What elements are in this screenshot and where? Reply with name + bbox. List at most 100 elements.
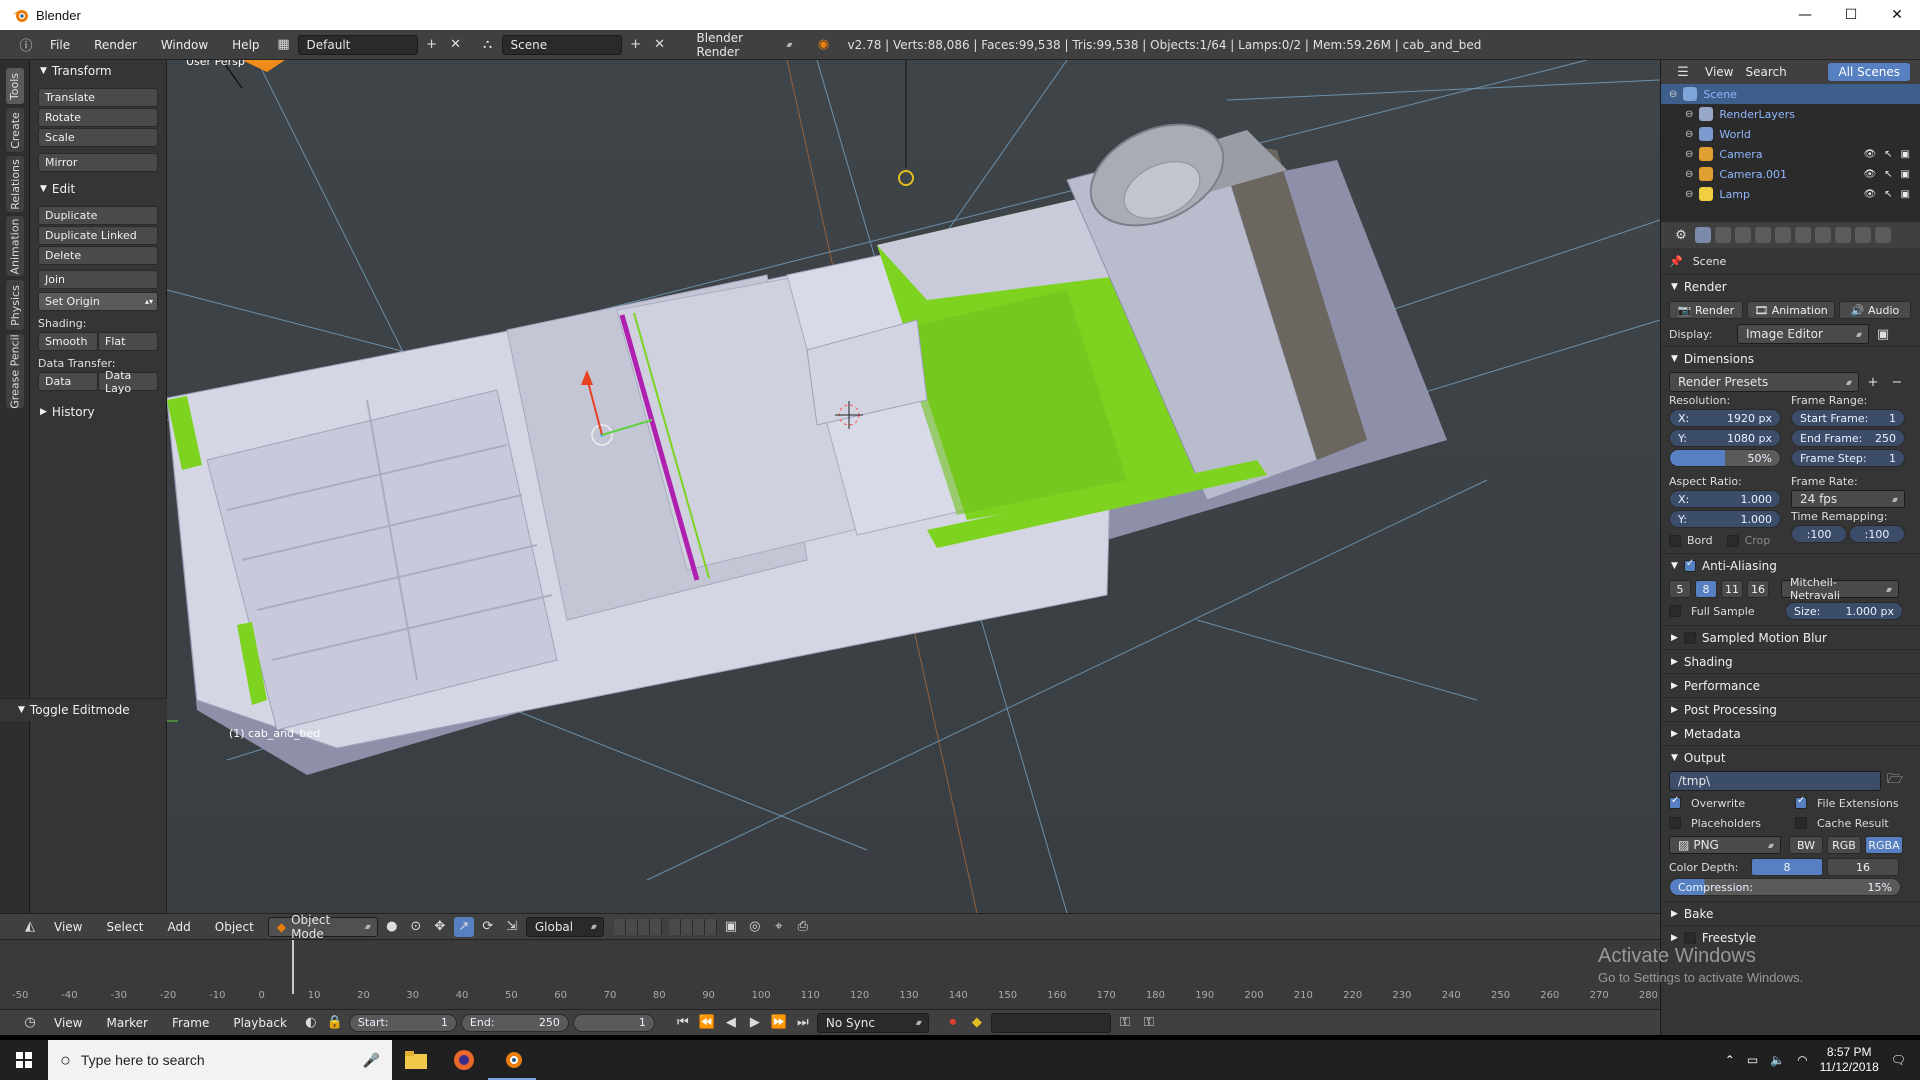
firefox-icon[interactable] — [440, 1040, 488, 1080]
render-audio-button[interactable]: 🔊 Audio — [1839, 301, 1911, 319]
visibility-eye-icon[interactable]: 👁 — [1863, 149, 1876, 160]
start-button[interactable] — [0, 1040, 48, 1080]
anti-aliasing-checkbox[interactable] — [1683, 558, 1696, 572]
data-button[interactable]: Data — [38, 372, 98, 391]
play-reverse-icon[interactable]: ◀ — [721, 1013, 741, 1033]
wifi-icon[interactable]: ◠ — [1797, 1053, 1807, 1067]
tab-grease-pencil[interactable]: Grease Pencil — [6, 334, 24, 408]
remove-scene-icon[interactable]: ✕ — [650, 35, 670, 55]
outliner-item[interactable]: ⊖ Lamp 👁 ↖ ▣ — [1661, 184, 1920, 204]
add-scene-icon[interactable]: + — [626, 35, 646, 55]
scene-icon[interactable]: ⛬ — [478, 35, 498, 55]
aa-samples-8[interactable]: 8 — [1695, 580, 1717, 598]
lock-range-icon[interactable]: 🔒 — [325, 1013, 345, 1033]
edit-panel-header[interactable]: ▼ Edit — [30, 178, 166, 200]
modifiers-tab-icon[interactable] — [1815, 227, 1831, 243]
tab-physics[interactable]: Physics — [6, 280, 24, 330]
lock-camera-icon[interactable]: ▣ — [721, 917, 741, 937]
render-engine-select[interactable]: Blender Render — [687, 31, 800, 59]
render-image-button[interactable]: 📷 Render — [1669, 301, 1743, 319]
outliner-item[interactable]: ⊖ World — [1661, 124, 1920, 144]
world-tab-icon[interactable] — [1755, 227, 1771, 243]
display-select[interactable]: Image Editor — [1737, 324, 1869, 344]
lock-interface-icon[interactable]: ▣ — [1873, 324, 1893, 344]
prev-keyframe-icon[interactable]: ⏪ — [697, 1013, 717, 1033]
constraints-tab-icon[interactable] — [1795, 227, 1811, 243]
timeline-menu-frame[interactable]: Frame — [162, 1016, 219, 1030]
mirror-button[interactable]: Mirror — [38, 153, 158, 172]
add-preset-icon[interactable]: + — [1863, 372, 1883, 392]
sync-mode-select[interactable]: No Sync — [816, 1012, 929, 1033]
texture-tab-icon[interactable] — [1875, 227, 1891, 243]
filter-size-field[interactable]: Size: 1.000 px — [1785, 602, 1903, 620]
start-frame-prop[interactable]: Start Frame: 1 — [1791, 409, 1905, 427]
remap-new-field[interactable]: :100 — [1849, 525, 1905, 543]
history-panel-header[interactable]: ▶ History — [30, 401, 166, 423]
smooth-button[interactable]: Smooth — [38, 332, 98, 351]
transform-orientation-select[interactable]: Global — [525, 916, 604, 937]
render-tab-icon[interactable] — [1695, 227, 1711, 243]
taskbar-clock[interactable]: 8:57 PM 11/12/2018 — [1820, 1045, 1879, 1075]
scale-button[interactable]: Scale — [38, 128, 158, 147]
network-icon[interactable]: ▭ — [1747, 1053, 1758, 1067]
collapsed-panel-header[interactable]: ▶ Post Processing — [1661, 697, 1920, 721]
expand-toggle-icon[interactable]: ⊖ — [1685, 129, 1693, 140]
collapsed-panel-header[interactable]: ▶ Sampled Motion Blur — [1661, 625, 1920, 649]
border-checkbox[interactable] — [1669, 534, 1681, 547]
material-tab-icon[interactable] — [1855, 227, 1871, 243]
scene-tab-icon[interactable] — [1735, 227, 1751, 243]
menu-window[interactable]: Window — [151, 38, 218, 52]
show-hidden-icons-icon[interactable]: ⌃ — [1725, 1053, 1735, 1067]
collapsed-panel-header[interactable]: ▶ Shading — [1661, 649, 1920, 673]
visibility-eye-icon[interactable]: 👁 — [1863, 169, 1876, 180]
renderable-camera-icon[interactable]: ▣ — [1901, 169, 1910, 180]
menu-view[interactable]: View — [44, 920, 92, 934]
expand-toggle-icon[interactable]: ⊖ — [1685, 189, 1693, 200]
timeline-menu-view[interactable]: View — [44, 1016, 92, 1030]
jump-start-icon[interactable]: ⏮ — [673, 1013, 693, 1033]
start-frame-field[interactable]: Start: 1 — [348, 1013, 457, 1032]
delete-button[interactable]: Delete — [38, 246, 158, 265]
3d-viewport[interactable]: User Persp (1) cab_and_bed — [167, 60, 1660, 913]
jump-end-icon[interactable]: ⏭ — [793, 1013, 813, 1033]
tab-create[interactable]: Create — [6, 108, 24, 152]
renderable-camera-icon[interactable]: ▣ — [1901, 149, 1910, 160]
tab-relations[interactable]: Relations — [6, 156, 24, 212]
remap-old-field[interactable]: :100 — [1791, 525, 1847, 543]
rotate-manipulator-icon[interactable]: ⟳ — [478, 917, 498, 937]
bake-panel-header[interactable]: ▶ Bake — [1661, 901, 1920, 925]
placeholders-checkbox[interactable] — [1669, 817, 1681, 829]
resolution-x-field[interactable]: X: 1920 px — [1669, 409, 1781, 427]
camera-object[interactable] — [242, 60, 285, 72]
editor-type-3d-icon[interactable]: ◭ — [20, 917, 40, 937]
scene-field[interactable]: Scene — [501, 34, 622, 55]
render-preview-icon[interactable]: ⎙ — [793, 917, 813, 937]
render-panel-header[interactable]: ▼ Render — [1661, 274, 1920, 298]
renderable-camera-icon[interactable]: ▣ — [1901, 189, 1910, 200]
microphone-icon[interactable]: 🎤 — [363, 1052, 380, 1069]
pivot-point-icon[interactable]: ⊙ — [406, 917, 426, 937]
frame-step-prop[interactable]: Frame Step: 1 — [1791, 449, 1905, 467]
remove-layout-icon[interactable]: ✕ — [446, 35, 466, 55]
layer-buttons[interactable] — [613, 918, 717, 935]
outliner-menu-view[interactable]: View — [1705, 65, 1733, 79]
record-icon[interactable]: ⏺ — [943, 1013, 963, 1033]
remove-preset-icon[interactable]: − — [1887, 372, 1907, 392]
minimize-button[interactable]: — — [1782, 0, 1828, 30]
current-frame-field[interactable]: 1 — [572, 1013, 655, 1032]
aa-filter-select[interactable]: Mitchell-Netravali — [1781, 576, 1899, 602]
tab-tools[interactable]: Tools — [6, 68, 24, 104]
file-format-select[interactable]: ▨ PNG — [1669, 836, 1781, 854]
output-path-field[interactable]: /tmp\ — [1669, 771, 1881, 791]
outliner-item[interactable]: ⊖ Scene — [1661, 84, 1920, 104]
lamp-object[interactable] — [898, 170, 914, 186]
aa-samples-11[interactable]: 11 — [1721, 580, 1743, 598]
current-frame-cursor[interactable] — [292, 940, 294, 994]
menu-add[interactable]: Add — [158, 920, 201, 934]
resolution-y-field[interactable]: Y: 1080 px — [1669, 429, 1781, 447]
outliner-menu-search[interactable]: Search — [1745, 65, 1786, 79]
scale-manipulator-icon[interactable]: ⇲ — [502, 917, 522, 937]
outliner-item[interactable]: ⊖ RenderLayers — [1661, 104, 1920, 124]
keying-set-field[interactable] — [990, 1012, 1111, 1033]
flat-button[interactable]: Flat — [98, 332, 158, 351]
